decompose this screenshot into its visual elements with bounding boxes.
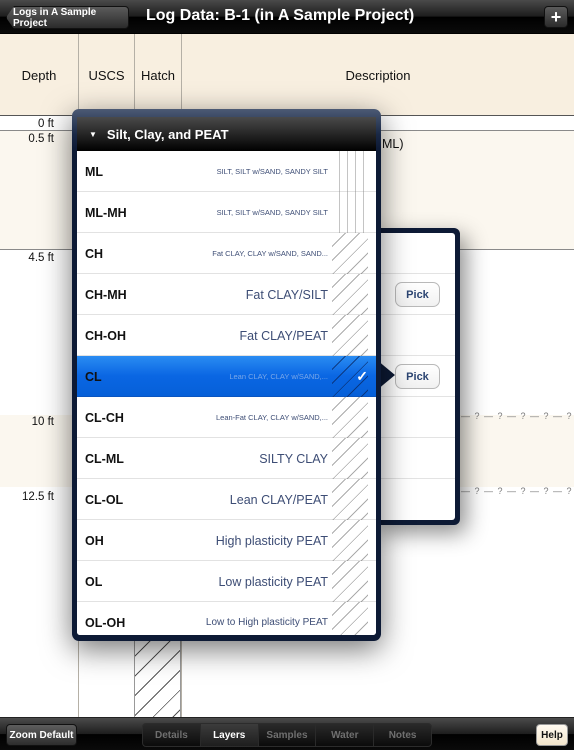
popover-row xyxy=(373,233,455,274)
hatch-pattern-icon xyxy=(332,479,368,520)
hatch-pattern-icon xyxy=(332,561,368,602)
disclosure-triangle-icon: ▼ xyxy=(89,129,97,139)
soil-description: Low plasticity PEAT xyxy=(218,574,328,589)
soil-description: Lean CLAY/PEAT xyxy=(229,492,328,507)
soil-description: High plasticity PEAT xyxy=(215,533,328,548)
soil-code: CL-OL xyxy=(85,492,124,507)
unknown-boundary-line: — ? — ? — ? — ? — ? — ? xyxy=(461,486,574,496)
column-divider xyxy=(181,34,182,116)
hatch-pattern xyxy=(134,637,181,717)
column-header-row: Depth USCS Hatch Description xyxy=(0,34,574,116)
soil-description: SILT, SILT w/SAND, SANDY SILT xyxy=(216,208,328,217)
column-divider xyxy=(78,34,79,116)
soil-code: ML xyxy=(85,164,104,179)
soil-code: CL-CH xyxy=(85,410,124,425)
bottom-toolbar: Zoom Default Details Layers Samples Wate… xyxy=(0,717,574,750)
hatch-pattern-icon xyxy=(332,397,368,438)
depth-label: 0 ft xyxy=(38,118,54,130)
soil-description: Lean-Fat CLAY, CLAY w/SAND,... xyxy=(216,413,328,422)
tab-samples[interactable]: Samples xyxy=(259,724,317,746)
picker-item-ch-oh[interactable]: CH-OH Fat CLAY/PEAT xyxy=(77,315,376,356)
hatch-pattern-icon xyxy=(332,315,368,356)
column-header-depth: Depth xyxy=(21,67,57,83)
picker-item-ml[interactable]: ML SILT, SILT w/SAND, SANDY SILT xyxy=(77,151,376,192)
picker-item-cl[interactable]: CL Lean CLAY, CLAY w/SAND,... ✓ xyxy=(77,356,376,397)
hatch-pattern-icon xyxy=(332,274,368,315)
picker-item-ch-mh[interactable]: CH-MH Fat CLAY/SILT xyxy=(77,274,376,315)
depth-label: 0.5 ft xyxy=(28,133,54,145)
picker-section-header[interactable]: ▼ Silt, Clay, and PEAT xyxy=(77,117,376,151)
picker-list[interactable]: ML SILT, SILT w/SAND, SANDY SILT ML-MH SILT… xyxy=(77,151,376,635)
layer-description[interactable]: ML) xyxy=(382,137,404,151)
picker-item-cl-ml[interactable]: CL-ML SILTY CLAY xyxy=(77,438,376,479)
soil-code: OH xyxy=(85,533,104,548)
soil-description: Fat CLAY/SILT xyxy=(245,287,328,302)
soil-description: Low to High plasticity PEAT xyxy=(205,617,328,628)
picker-item-ch[interactable]: CH Fat CLAY, CLAY w/SAND, SAND... xyxy=(77,233,376,274)
picker-section-title: Silt, Clay, and PEAT xyxy=(106,126,229,142)
soil-description: Fat CLAY, CLAY w/SAND, SAND... xyxy=(212,249,328,258)
checkmark-icon: ✓ xyxy=(356,368,368,384)
depth-label: 10 ft xyxy=(31,416,54,428)
depth-label: 4.5 ft xyxy=(28,252,54,264)
picker-item-cl-ol[interactable]: CL-OL Lean CLAY/PEAT xyxy=(77,479,376,520)
unknown-boundary-line: — ? — ? — ? — ? — ? — ? xyxy=(461,411,574,421)
soil-code: CH-MH xyxy=(85,287,127,302)
soil-code: OL xyxy=(85,574,103,589)
popover-row xyxy=(373,438,455,479)
hatch-pattern-icon xyxy=(332,151,368,192)
picker-item-ml-mh[interactable]: ML-MH SILT, SILT w/SAND, SANDY SILT xyxy=(77,192,376,233)
add-icon[interactable]: + xyxy=(544,6,568,28)
soil-description: SILTY CLAY xyxy=(259,451,328,466)
tab-layers[interactable]: Layers xyxy=(200,724,259,746)
soil-code: OL-OH xyxy=(85,615,126,630)
hatch-pattern-icon xyxy=(332,233,368,274)
soil-code: ML-MH xyxy=(85,205,127,220)
column-header-description: Description xyxy=(345,67,411,83)
tab-water[interactable]: Water xyxy=(316,724,375,746)
pick-button[interactable]: Pick xyxy=(395,364,440,389)
soil-description: Lean CLAY, CLAY w/SAND,... xyxy=(229,372,328,381)
column-header-hatch: Hatch xyxy=(141,67,175,83)
column-header-uscs: USCS xyxy=(88,67,125,83)
help-button[interactable]: Help xyxy=(536,724,568,746)
soil-description: SILT, SILT w/SAND, SANDY SILT xyxy=(216,167,328,176)
navigation-bar: Logs in A Sample Project Log Data: B-1 (… xyxy=(0,0,574,34)
hatch-pattern-icon xyxy=(332,438,368,479)
column-divider xyxy=(134,34,135,116)
zoom-default-button[interactable]: Zoom Default xyxy=(6,724,77,746)
tab-details[interactable]: Details xyxy=(143,724,201,746)
soil-description: Fat CLAY/PEAT xyxy=(239,328,328,343)
pick-button[interactable]: Pick xyxy=(395,282,440,307)
picker-item-cl-ch[interactable]: CL-CH Lean-Fat CLAY, CLAY w/SAND,... xyxy=(77,397,376,438)
picker-item-ol-oh[interactable]: OL-OH Low to High plasticity PEAT xyxy=(77,602,376,635)
soil-code: CL xyxy=(85,369,102,384)
popover-row xyxy=(373,315,455,356)
soil-type-picker: ▼ Silt, Clay, and PEAT ML SILT, SILT w/SA… xyxy=(72,109,381,641)
picker-item-oh[interactable]: OH High plasticity PEAT xyxy=(77,520,376,561)
picker-item-ol[interactable]: OL Low plasticity PEAT xyxy=(77,561,376,602)
soil-code: CH-OH xyxy=(85,328,126,343)
hatch-pattern-icon xyxy=(332,192,368,233)
hatch-pattern-icon xyxy=(332,602,368,635)
soil-code: CL-ML xyxy=(85,451,124,466)
tab-notes[interactable]: Notes xyxy=(374,724,431,746)
section-segmented-control: Details Layers Samples Water Notes xyxy=(142,723,432,747)
popover-row xyxy=(373,397,455,438)
soil-code: CH xyxy=(85,246,104,261)
depth-label: 12.5 ft xyxy=(22,491,54,503)
hatch-pattern-icon xyxy=(332,520,368,561)
back-button[interactable]: Logs in A Sample Project xyxy=(6,6,129,29)
page-title: Log Data: B-1 (in A Sample Project) xyxy=(146,7,415,24)
popover-row: Pick xyxy=(373,274,455,315)
